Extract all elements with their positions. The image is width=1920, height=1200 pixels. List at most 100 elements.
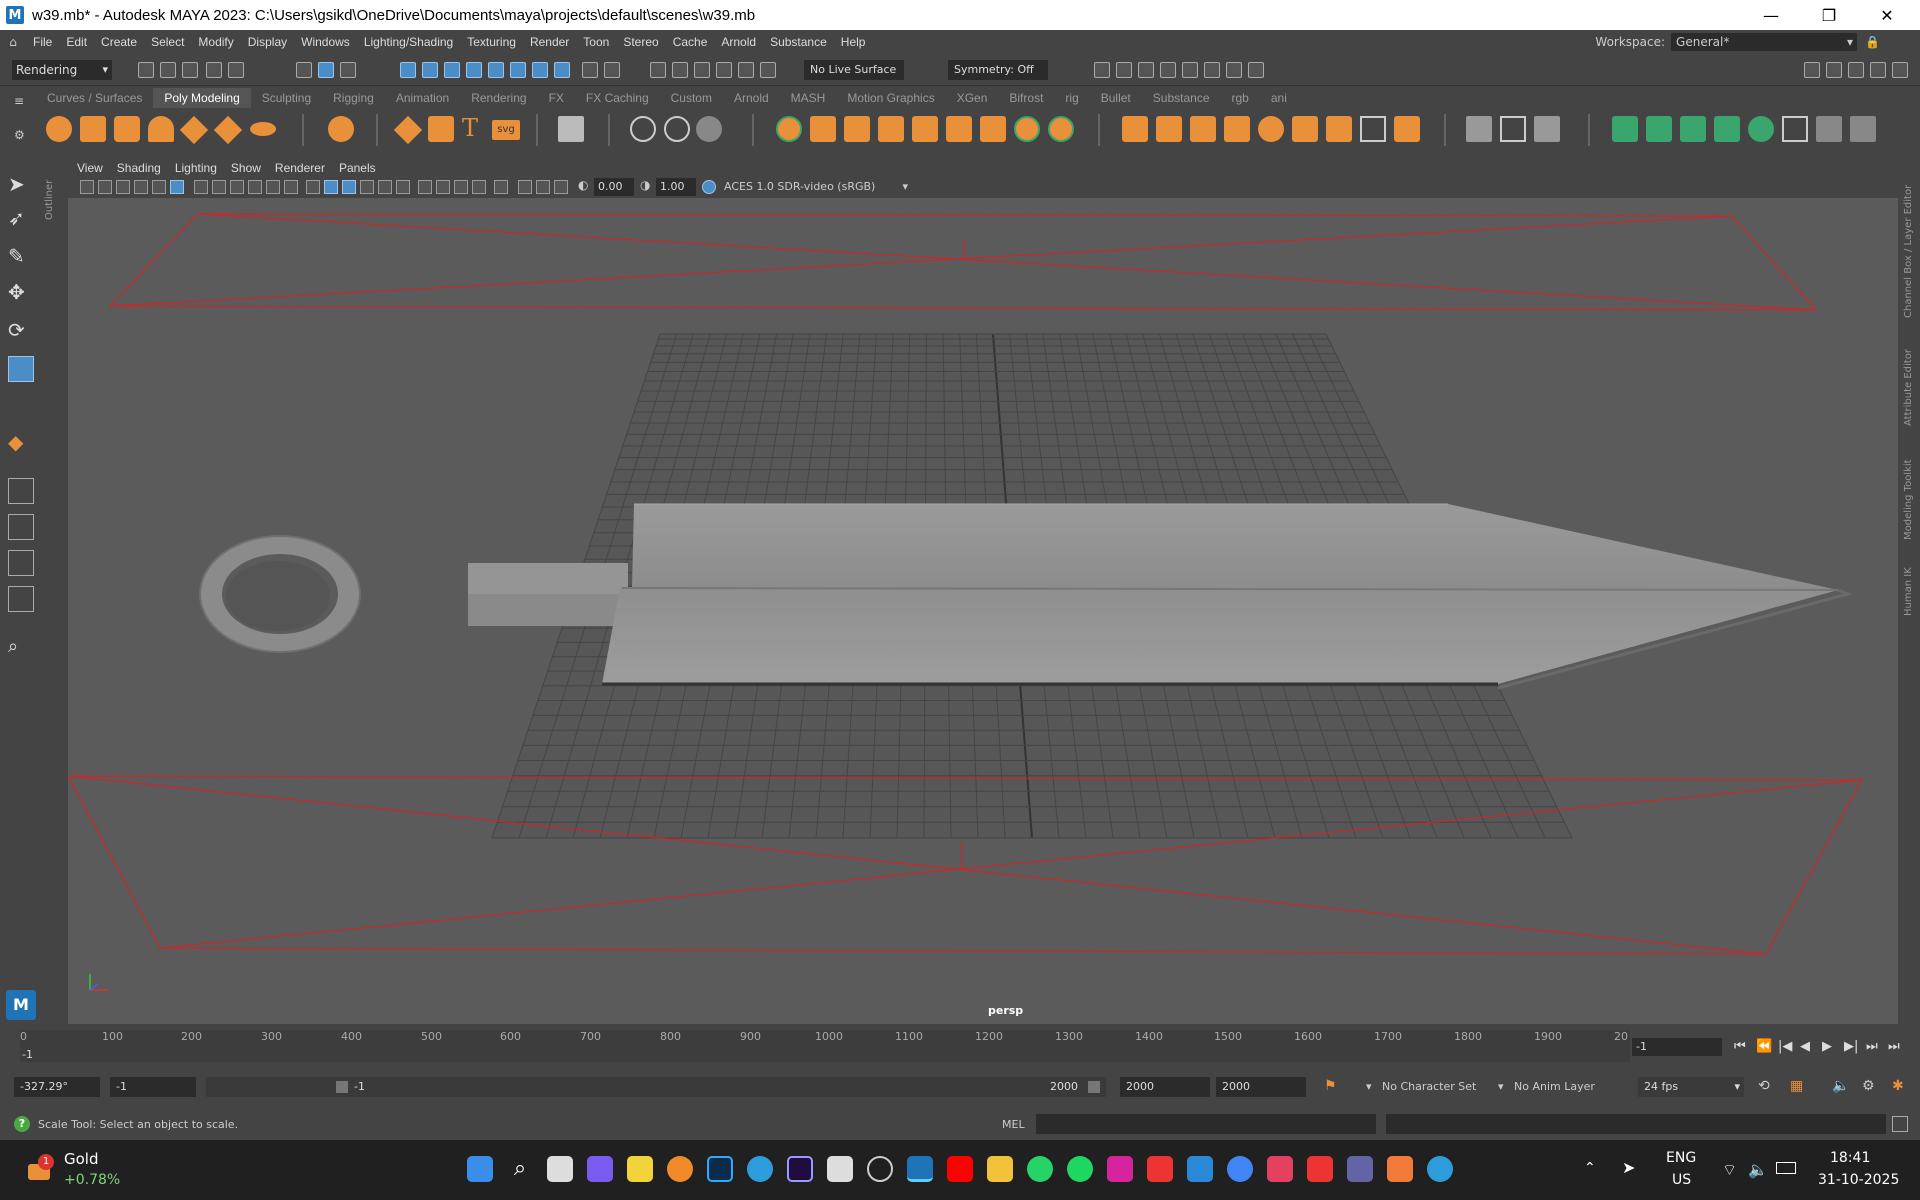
menu-edit[interactable]: Edit (59, 35, 94, 49)
file-explorer-icon[interactable] (987, 1156, 1013, 1182)
history-icon[interactable] (650, 62, 666, 78)
shelf-tab-fx-caching[interactable]: FX Caching (575, 88, 660, 108)
svg-tool-icon[interactable]: svg (492, 120, 520, 140)
bridge-icon[interactable] (1156, 116, 1182, 142)
minimize-button[interactable]: — (1742, 0, 1800, 30)
image-plane-icon[interactable] (134, 180, 148, 194)
edge-pwa-icon[interactable] (1427, 1156, 1453, 1182)
input-output-icon[interactable] (716, 62, 732, 78)
chevron-up-icon[interactable]: ⌃ (1584, 1160, 1596, 1176)
blender-icon[interactable] (667, 1156, 693, 1182)
four-view-icon[interactable] (8, 514, 34, 540)
2d-pan-zoom-icon[interactable] (152, 180, 166, 194)
screen-space-ao-icon[interactable] (418, 180, 432, 194)
merge-icon[interactable] (1292, 116, 1318, 142)
capcut-icon[interactable] (827, 1156, 853, 1182)
bookmark-icon[interactable] (116, 180, 130, 194)
shelf-tab-bifrost[interactable]: Bifrost (998, 88, 1054, 108)
last-tool-icon[interactable]: ◆ (8, 430, 34, 456)
smooth-icon[interactable] (912, 116, 938, 142)
poly-cone-icon[interactable] (148, 116, 174, 142)
shelf-tab-substance[interactable]: Substance (1142, 88, 1221, 108)
outliner-layout-icon[interactable] (8, 586, 34, 612)
clock-icon[interactable] (867, 1156, 893, 1182)
select-hierarchy-icon[interactable] (296, 62, 312, 78)
outliner-tab[interactable]: Outliner (44, 160, 58, 220)
poly-disc-icon[interactable] (250, 122, 276, 136)
menu-set-dropdown[interactable]: Rendering (12, 60, 112, 80)
language-top[interactable]: ENG (1666, 1150, 1696, 1166)
youtube-pwa-icon[interactable] (1307, 1156, 1333, 1182)
play-forwards-button[interactable]: ▶ (1822, 1039, 1832, 1054)
substance-app-icon[interactable] (1147, 1156, 1173, 1182)
sweep-mesh-icon[interactable] (428, 116, 454, 142)
mirror-geometry-icon[interactable] (1048, 116, 1074, 142)
paint-select-tool-icon[interactable]: ✎ (8, 244, 34, 270)
wedge-icon[interactable] (1360, 116, 1386, 142)
shelf-tab-rig[interactable]: rig (1054, 88, 1089, 108)
scale-tool-icon[interactable] (8, 356, 34, 382)
boolean-icon[interactable] (878, 116, 904, 142)
key-filter-icon[interactable]: ✱ (1892, 1078, 1904, 1094)
combine-icon[interactable] (776, 116, 802, 142)
upload-app-icon[interactable] (1187, 1156, 1213, 1182)
battery-icon[interactable] (1776, 1162, 1796, 1174)
uv-cube-icon[interactable] (1612, 116, 1638, 142)
location-icon[interactable]: ➤ (1622, 1158, 1635, 1177)
isolate-select-icon[interactable] (494, 180, 508, 194)
instagram-pwa-icon[interactable] (1267, 1156, 1293, 1182)
channel-box-icon[interactable] (1892, 62, 1908, 78)
pivot-icon[interactable] (694, 62, 710, 78)
retopologize-icon[interactable] (980, 116, 1006, 142)
select-object-icon[interactable] (318, 62, 334, 78)
menu-cache[interactable]: Cache (666, 35, 715, 49)
camera-icon[interactable] (80, 180, 94, 194)
rotate-tool-icon[interactable]: ⟳ (8, 318, 34, 344)
save-scene-icon[interactable] (182, 62, 198, 78)
depth-of-field-icon[interactable] (472, 180, 486, 194)
select-component-icon[interactable] (340, 62, 356, 78)
shelf-tab-xgen[interactable]: XGen (946, 88, 999, 108)
shelf-tab-mash[interactable]: MASH (780, 88, 837, 108)
light-editor-icon[interactable] (1226, 62, 1242, 78)
collapse-icon[interactable] (1326, 116, 1352, 142)
youtube-icon[interactable] (947, 1156, 973, 1182)
mirror-icon[interactable] (1014, 116, 1040, 142)
workspace-dropdown[interactable]: General* ▾ (1671, 33, 1858, 51)
symmetry-field[interactable]: Symmetry: Off (948, 60, 1048, 80)
range-end-handle[interactable] (1088, 1081, 1100, 1093)
open-scene-icon[interactable] (160, 62, 176, 78)
uv-automatic-icon[interactable] (1748, 116, 1774, 142)
shelf-tab-rigging[interactable]: Rigging (322, 88, 385, 108)
menu-toon[interactable]: Toon (576, 35, 616, 49)
language-bottom[interactable]: US (1672, 1172, 1691, 1188)
panel-menu-shading[interactable]: Shading (110, 158, 168, 178)
snap-grid-icon[interactable] (400, 62, 416, 78)
camera-attr-icon[interactable] (98, 180, 112, 194)
uv-spherical-icon[interactable] (1714, 116, 1740, 142)
uv-planar-icon[interactable] (1646, 116, 1672, 142)
lock-icon[interactable]: 🔒 (1865, 35, 1880, 49)
panel-menu-view[interactable]: View (70, 158, 110, 178)
shelf-tab-sculpting[interactable]: Sculpting (251, 88, 322, 108)
menu-lighting-shading[interactable]: Lighting/Shading (357, 35, 460, 49)
redo-icon[interactable] (228, 62, 244, 78)
uv-editor-icon[interactable] (558, 116, 584, 142)
snap-plane-icon[interactable] (532, 62, 548, 78)
panel-menu-renderer[interactable]: Renderer (268, 158, 332, 178)
resolution-gate-icon[interactable] (230, 180, 244, 194)
new-scene-icon[interactable] (138, 62, 154, 78)
bevel-icon[interactable] (1190, 116, 1216, 142)
maya-taskbar-icon[interactable] (907, 1156, 933, 1182)
human-ik-tab[interactable]: Human IK (1903, 556, 1914, 616)
volume-icon[interactable]: 🔈 (1748, 1160, 1768, 1179)
pause-icon[interactable] (1248, 62, 1264, 78)
exposure-field[interactable]: 0.00 (594, 178, 634, 196)
render-frame-icon[interactable] (1116, 62, 1132, 78)
viewport-persp[interactable]: persp (68, 198, 1898, 1024)
menu-substance[interactable]: Substance (763, 35, 834, 49)
current-time-marker[interactable]: -1 (22, 1048, 33, 1061)
sketch-app-icon[interactable] (627, 1156, 653, 1182)
measure-icon[interactable] (696, 116, 722, 142)
chrome-icon[interactable] (1227, 1156, 1253, 1182)
